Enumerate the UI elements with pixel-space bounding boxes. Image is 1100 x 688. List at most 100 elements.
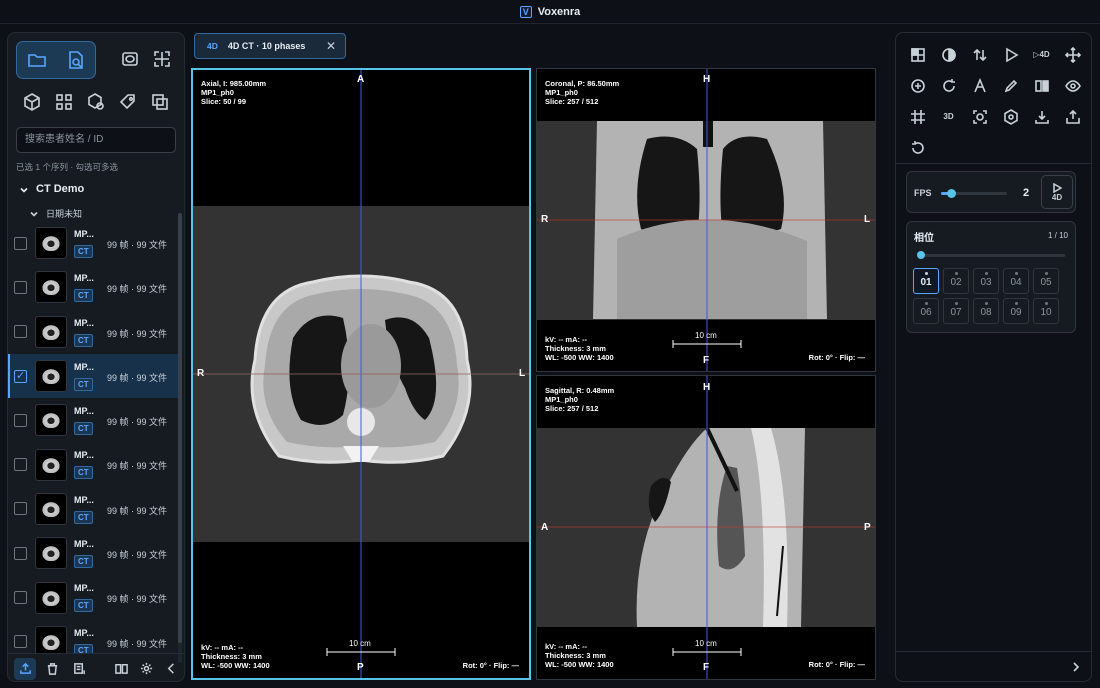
- series-item[interactable]: MP... CT 99 帧 · 99 文件: [8, 398, 178, 442]
- ct-thumbnail-image: [41, 633, 61, 650]
- layout-button[interactable]: [902, 39, 933, 70]
- angle-button[interactable]: [964, 70, 995, 101]
- window-button[interactable]: [114, 41, 146, 77]
- fps-slider-handle[interactable]: [946, 189, 956, 198]
- stack-scroll-button[interactable]: [964, 39, 995, 70]
- series-checkbox[interactable]: [14, 369, 27, 383]
- series-item[interactable]: MP... CT 99 帧 · 99 文件: [8, 442, 178, 486]
- series-checkbox[interactable]: [14, 458, 27, 472]
- series-item[interactable]: MP... CT 99 帧 · 99 文件: [8, 531, 178, 575]
- close-icon[interactable]: ✕: [325, 40, 337, 52]
- settings-button[interactable]: [135, 658, 157, 680]
- visibility-button[interactable]: [1057, 70, 1088, 101]
- patient-search-input[interactable]: 搜索患者姓名 / ID: [16, 127, 176, 153]
- phase-button-07[interactable]: 07: [943, 298, 969, 324]
- tag-button[interactable]: [112, 85, 144, 119]
- series-name: MP...: [74, 494, 94, 505]
- series-checkbox[interactable]: [14, 591, 27, 605]
- delete-button[interactable]: [41, 658, 63, 680]
- sagittal-viewport[interactable]: Sagittal, R: 0.48mm MP1_ph0 Slice: 257 /…: [536, 375, 876, 680]
- segmentation-button[interactable]: [80, 85, 112, 119]
- phase-slider-handle[interactable]: [917, 251, 925, 259]
- trash-icon: [47, 663, 57, 675]
- series-checkbox[interactable]: [14, 236, 27, 250]
- series-item[interactable]: MP... CT 99 帧 · 99 文件: [8, 487, 178, 531]
- download-button[interactable]: [1026, 101, 1057, 132]
- series-checkbox[interactable]: [14, 502, 27, 516]
- patient-node[interactable]: CT Demo: [20, 183, 84, 195]
- orientation-bottom: F: [703, 662, 710, 673]
- coronal-viewport[interactable]: Coronal, P: 86.50mm MP1_ph0 Slice: 257 /…: [536, 68, 876, 372]
- series-thumbnail: [35, 315, 67, 348]
- coronal-position: Coronal, P: 86.50mm: [545, 79, 620, 88]
- phase-button-10[interactable]: 10: [1033, 298, 1059, 324]
- annotate-button[interactable]: [995, 70, 1026, 101]
- series-checkbox[interactable]: [14, 413, 27, 427]
- expand-panel-button[interactable]: [1071, 659, 1081, 672]
- export-button[interactable]: [14, 657, 36, 680]
- series-meta: 99 帧 · 99 文件: [107, 550, 168, 561]
- phase-button-05[interactable]: 05: [1033, 268, 1059, 294]
- series-thumbnail: [35, 537, 67, 570]
- series-checkbox[interactable]: [14, 325, 27, 339]
- series-meta: 99 帧 · 99 文件: [107, 328, 168, 339]
- play-4d-button[interactable]: ▷4D: [1026, 39, 1057, 70]
- series-checkbox[interactable]: [14, 546, 27, 560]
- series-item[interactable]: MP... CT 99 帧 · 99 文件: [8, 221, 178, 265]
- zoom-button[interactable]: [902, 70, 933, 101]
- axial-viewport[interactable]: Axial, I: 985.00mm MP1_ph0 Slice: 50 / 9…: [191, 68, 531, 680]
- phase-button-02[interactable]: 02: [943, 268, 969, 294]
- volume-3d-button[interactable]: [16, 85, 48, 119]
- browse-series-button[interactable]: [56, 42, 95, 78]
- study-node[interactable]: 日期未知: [30, 207, 82, 220]
- modality-badge: CT: [74, 289, 93, 303]
- series-item[interactable]: MP... CT 99 帧 · 99 文件: [8, 353, 178, 399]
- reset-button[interactable]: [902, 132, 933, 163]
- play-4d-toggle[interactable]: 4D: [1041, 175, 1073, 209]
- phase-button-09[interactable]: 09: [1003, 298, 1029, 324]
- phase-button-03[interactable]: 03: [973, 268, 999, 294]
- tab-4d-ct[interactable]: 4D 4D CT · 10 phases ✕: [194, 33, 346, 59]
- manual-button[interactable]: [110, 658, 132, 680]
- scrollbar-thumb[interactable]: [178, 213, 182, 643]
- series-checkbox[interactable]: [14, 635, 27, 649]
- ct-thumbnail-image: [41, 456, 61, 473]
- axial-position: Axial, I: 985.00mm: [201, 79, 267, 88]
- phase-button-08[interactable]: 08: [973, 298, 999, 324]
- crosshair-grid-button[interactable]: [902, 101, 933, 132]
- window-level-button[interactable]: [933, 39, 964, 70]
- phase-button-01[interactable]: 01: [913, 268, 939, 294]
- fusion-button[interactable]: [144, 85, 176, 119]
- pan-button[interactable]: [1057, 39, 1088, 70]
- series-thumbnail: [35, 360, 67, 393]
- compare-button[interactable]: [1026, 70, 1057, 101]
- rotate-button[interactable]: [933, 70, 964, 101]
- eye-icon: [1064, 79, 1081, 92]
- orientation-bottom: F: [703, 355, 710, 366]
- series-item[interactable]: MP... CT 99 帧 · 99 文件: [8, 575, 178, 619]
- folder-icon: [27, 54, 46, 67]
- series-item[interactable]: MP... CT 99 帧 · 99 文件: [8, 310, 178, 354]
- series-scrollbar[interactable]: [178, 213, 182, 663]
- share-button[interactable]: [1057, 101, 1088, 132]
- coronal-technique: kV: -- mA: -- Thickness: 3 mm WL: -500 W…: [545, 335, 614, 362]
- collapse-sidebar-button[interactable]: [160, 658, 182, 680]
- open-folder-button[interactable]: [17, 42, 56, 78]
- series-checkbox[interactable]: [14, 280, 27, 294]
- mpr-button[interactable]: [995, 101, 1026, 132]
- crop-icon: [154, 51, 170, 67]
- phase-slider[interactable]: [917, 251, 1065, 259]
- phase-button-04[interactable]: 04: [1003, 268, 1029, 294]
- view-3d-button[interactable]: 3D: [933, 101, 964, 132]
- divider: [896, 651, 1091, 652]
- grid-layout-button[interactable]: [48, 85, 80, 119]
- cine-play-button[interactable]: [995, 39, 1026, 70]
- fps-slider[interactable]: [941, 189, 1007, 198]
- series-item[interactable]: MP... CT 99 帧 · 99 文件: [8, 620, 178, 653]
- crop-button[interactable]: [146, 41, 178, 77]
- series-item[interactable]: MP... CT 99 帧 · 99 文件: [8, 265, 178, 309]
- phase-button-06[interactable]: 06: [913, 298, 939, 324]
- fit-screen-button[interactable]: [964, 101, 995, 132]
- series-info-button[interactable]: [68, 658, 90, 680]
- axial-info: Axial, I: 985.00mm MP1_ph0 Slice: 50 / 9…: [201, 79, 266, 106]
